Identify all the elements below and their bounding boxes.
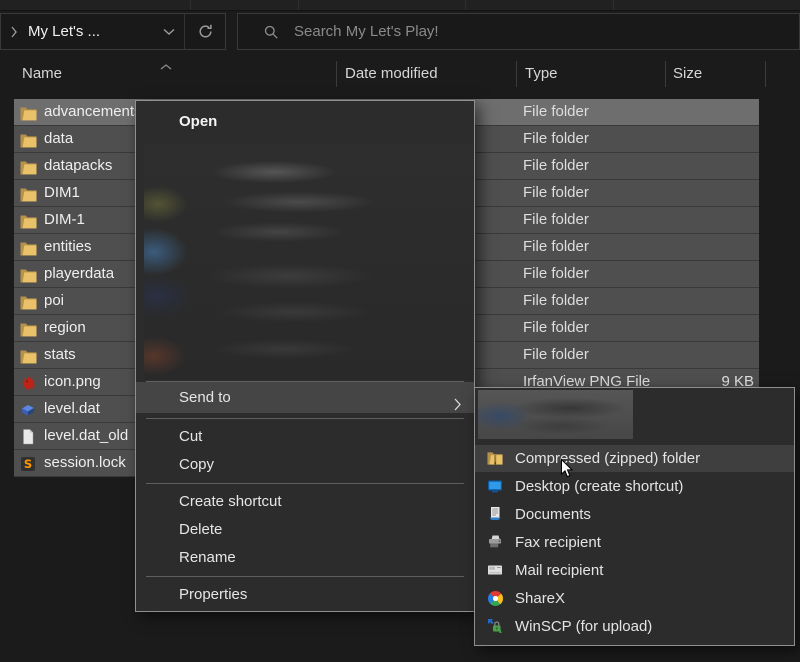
search-icon — [263, 24, 279, 40]
ribbon-divider — [613, 0, 614, 10]
send-to-submenu: Compressed (zipped) folder Desktop (crea… — [474, 387, 795, 646]
send-to-item-compressed-zipped-folder[interactable]: Compressed (zipped) folder — [475, 445, 794, 472]
mouse-cursor — [560, 458, 574, 484]
svg-text:S: S — [24, 457, 32, 471]
send-to-item-fax-recipient[interactable]: Fax recipient — [475, 529, 794, 556]
ribbon-divider — [465, 0, 466, 10]
redacted-menu-items — [144, 144, 473, 380]
address-bar[interactable]: My Let's ... — [0, 13, 226, 50]
column-header-name[interactable]: Name — [22, 65, 62, 82]
menu-item-cut[interactable]: Cut — [136, 423, 474, 451]
column-header-size[interactable]: Size — [673, 65, 702, 82]
ribbon-divider — [298, 0, 299, 10]
column-header-type[interactable]: Type — [525, 65, 558, 82]
breadcrumb[interactable]: My Let's ... — [28, 23, 154, 40]
sort-ascending-icon — [160, 57, 172, 74]
menu-separator — [146, 576, 464, 577]
refresh-button[interactable] — [185, 14, 225, 49]
fax-icon — [487, 534, 503, 550]
documents-icon — [487, 506, 503, 522]
menu-separator — [146, 418, 464, 419]
search-input[interactable] — [292, 22, 799, 41]
context-menu: Open Send to Cut Copy Create shortcut De… — [135, 100, 475, 612]
send-to-item-documents[interactable]: Documents — [475, 501, 794, 528]
column-divider[interactable] — [665, 61, 666, 87]
send-to-item-mail-recipient[interactable]: Mail recipient — [475, 557, 794, 584]
chevron-down-icon — [163, 28, 175, 36]
column-divider[interactable] — [765, 61, 766, 87]
column-header-date-modified[interactable]: Date modified — [345, 65, 438, 82]
breadcrumb-chevron-icon — [10, 26, 18, 38]
column-header-row: Name Date modified Type Size — [0, 56, 800, 92]
send-to-item-winscp[interactable]: WinSCP (for upload) — [475, 613, 794, 640]
column-divider[interactable] — [516, 61, 517, 87]
search-bar — [237, 13, 800, 50]
menu-item-send-to[interactable]: Send to — [136, 382, 474, 413]
ribbon-bottom-strip — [0, 0, 800, 11]
menu-item-open[interactable]: Open — [136, 104, 474, 140]
menu-item-rename[interactable]: Rename — [136, 544, 474, 572]
menu-item-properties[interactable]: Properties — [136, 581, 474, 609]
winscp-icon — [487, 618, 503, 634]
refresh-icon — [197, 23, 214, 40]
menu-item-copy[interactable]: Copy — [136, 451, 474, 479]
submenu-arrow-icon — [454, 391, 461, 422]
zipped-folder-icon — [487, 450, 503, 466]
ribbon-divider — [190, 0, 191, 10]
desktop-icon — [487, 478, 503, 494]
menu-item-delete[interactable]: Delete — [136, 516, 474, 544]
send-to-item-sharex[interactable]: ShareX — [475, 585, 794, 612]
menu-separator — [146, 483, 464, 484]
redacted-submenu-item — [478, 390, 633, 439]
menu-item-create-shortcut[interactable]: Create shortcut — [136, 488, 474, 516]
sharex-icon — [487, 590, 503, 606]
column-divider[interactable] — [336, 61, 337, 87]
send-to-item-desktop[interactable]: Desktop (create shortcut) — [475, 473, 794, 500]
mail-icon — [487, 562, 503, 578]
explorer-window: My Let's ... Name Date modified Type Siz… — [0, 0, 800, 662]
address-dropdown-button[interactable] — [154, 14, 184, 49]
sublime-file-icon: S — [20, 455, 36, 481]
